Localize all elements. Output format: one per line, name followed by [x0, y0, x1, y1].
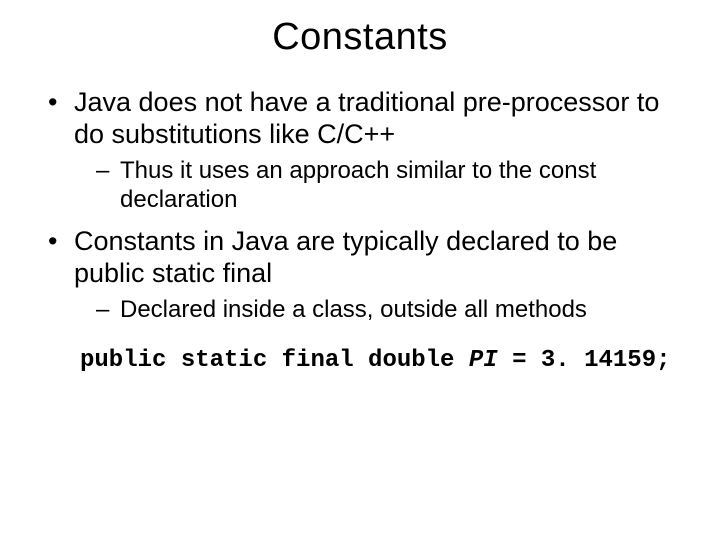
code-identifier: PI	[469, 347, 498, 374]
code-suffix: = 3. 14159;	[498, 347, 671, 374]
sub-bullet-list: Thus it uses an approach similar to the …	[74, 157, 680, 215]
slide-title: Constants	[0, 16, 720, 59]
sub-bullet-text: Declared inside a class, outside all met…	[120, 296, 587, 323]
bullet-text: Constants in Java are typically declared…	[74, 226, 617, 288]
bullet-item: Constants in Java are typically declared…	[40, 226, 680, 325]
slide: Constants Java does not have a tradition…	[0, 0, 720, 540]
bullet-item: Java does not have a traditional pre-pro…	[40, 87, 680, 214]
code-example: public static final double PI = 3. 14159…	[80, 347, 720, 374]
bullet-list: Java does not have a traditional pre-pro…	[0, 87, 720, 325]
sub-bullet-list: Declared inside a class, outside all met…	[74, 296, 680, 325]
sub-bullet-item: Declared inside a class, outside all met…	[94, 296, 680, 325]
sub-bullet-text: Thus it uses an approach similar to the …	[120, 157, 596, 213]
code-prefix: public static final double	[80, 347, 469, 374]
bullet-text: Java does not have a traditional pre-pro…	[74, 87, 659, 149]
sub-bullet-item: Thus it uses an approach similar to the …	[94, 157, 680, 215]
